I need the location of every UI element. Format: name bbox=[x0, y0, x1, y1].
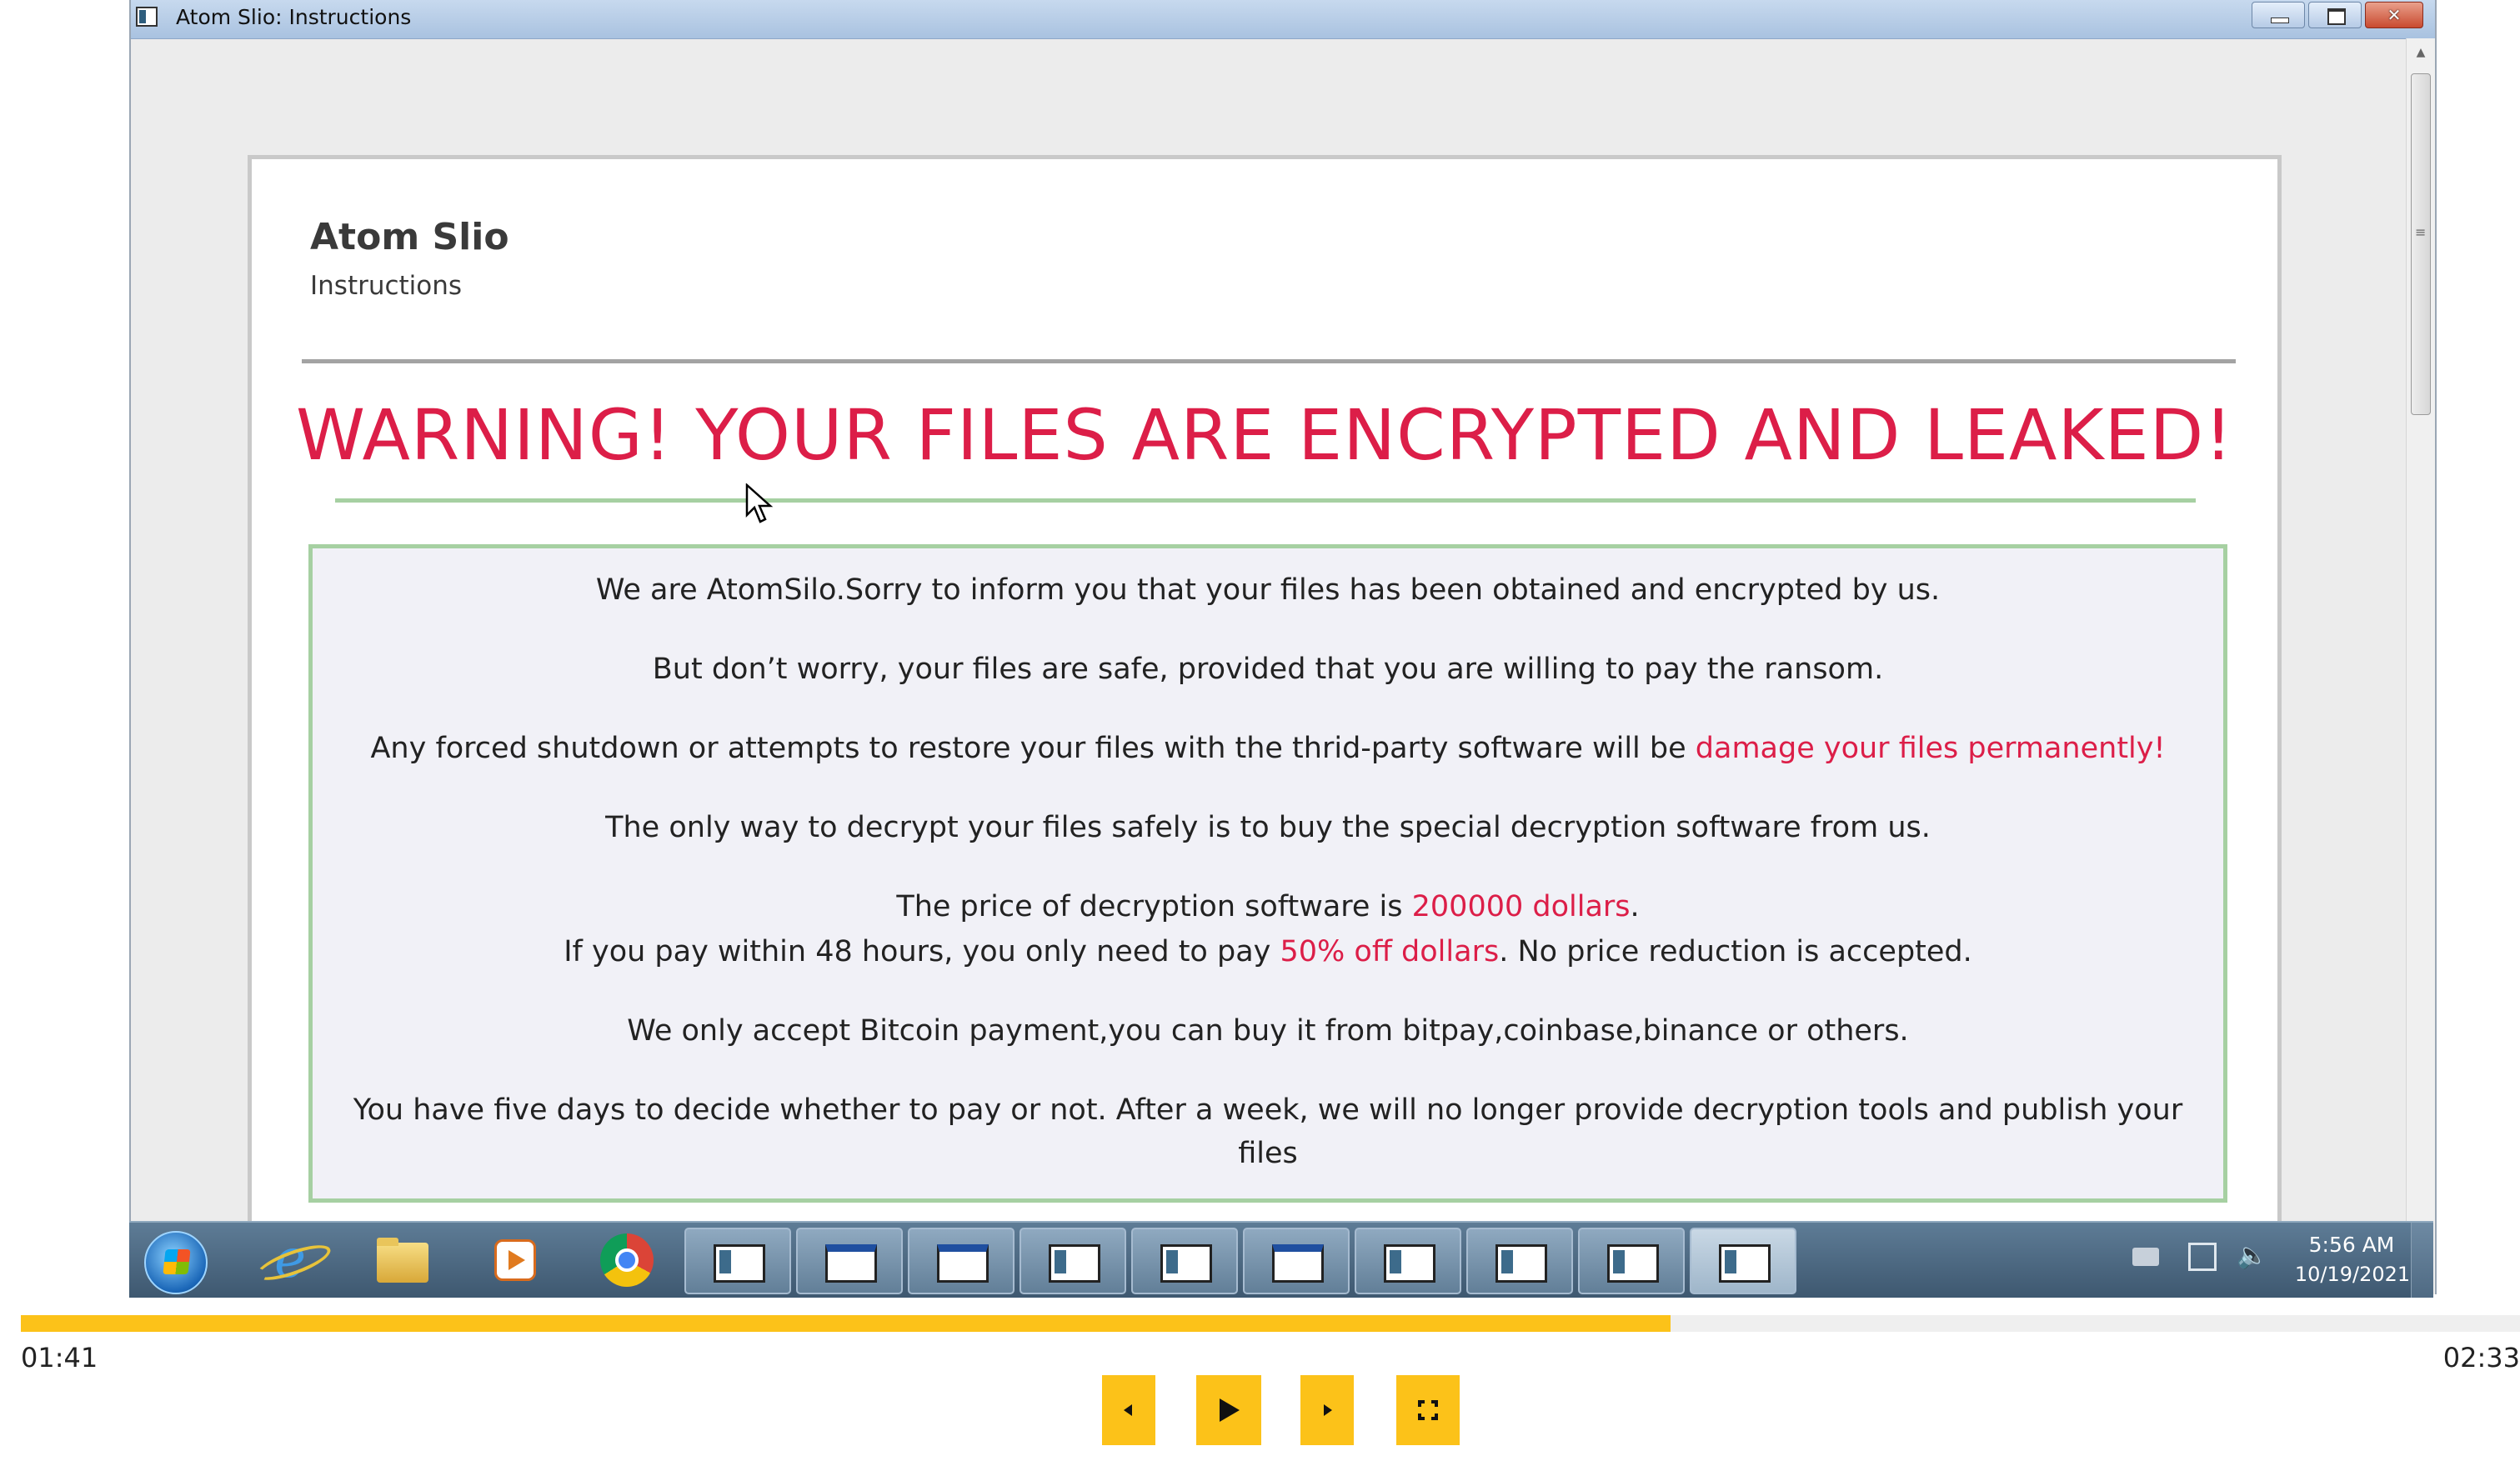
taskbar-window-button[interactable] bbox=[796, 1228, 903, 1294]
fullscreen-button[interactable] bbox=[1396, 1375, 1460, 1445]
window-icon bbox=[1272, 1244, 1324, 1283]
previous-button[interactable] bbox=[1102, 1375, 1155, 1445]
warning-divider bbox=[335, 498, 2196, 503]
restore-button[interactable] bbox=[2308, 2, 2362, 28]
window-icon bbox=[1719, 1244, 1771, 1283]
message-text: If you pay within 48 hours, you only nee… bbox=[564, 935, 1280, 968]
taskbar-window-button-active[interactable] bbox=[1690, 1228, 1796, 1294]
window-icon bbox=[1607, 1244, 1659, 1283]
message-text: Any forced shutdown or attempts to resto… bbox=[370, 732, 1696, 765]
message-text: . No price reduction is accepted. bbox=[1499, 935, 1972, 968]
window-icon bbox=[1495, 1244, 1547, 1283]
window-icon bbox=[825, 1244, 877, 1283]
video-progress-fill bbox=[21, 1315, 1671, 1332]
taskbar-window-button[interactable] bbox=[684, 1228, 791, 1294]
message-line: The price of decryption software is 2000… bbox=[329, 890, 2207, 923]
threat-text: damage your files permanently! bbox=[1695, 732, 2166, 765]
message-line: Any forced shutdown or attempts to resto… bbox=[329, 732, 2207, 765]
taskbar-window-button[interactable] bbox=[1578, 1228, 1685, 1294]
message-text: . bbox=[1630, 890, 1640, 923]
taskbar: e 🔈 5:56 AM 10/19/2021 bbox=[129, 1221, 2433, 1298]
total-time: 02:33 bbox=[2442, 1342, 2520, 1373]
keyboard-icon[interactable] bbox=[2132, 1248, 2159, 1266]
message-text: The price of decryption software is bbox=[896, 890, 1412, 923]
window-icon bbox=[937, 1244, 989, 1283]
discount-amount: 50% off dollars bbox=[1280, 935, 1500, 968]
message-line: We only accept Bitcoin payment,you can b… bbox=[627, 1014, 1909, 1048]
scroll-thumb[interactable] bbox=[2411, 73, 2431, 415]
message-line: files bbox=[1238, 1137, 1298, 1170]
mouse-cursor-icon bbox=[745, 483, 774, 528]
message-line: You have five days to decide whether to … bbox=[353, 1093, 2183, 1127]
chrome-icon[interactable] bbox=[582, 1229, 674, 1291]
clock-time[interactable]: 5:56 AM bbox=[2302, 1233, 2402, 1257]
taskbar-window-button[interactable] bbox=[1466, 1228, 1573, 1294]
file-explorer-icon[interactable] bbox=[357, 1229, 448, 1291]
message-line: We are AtomSilo.Sorry to inform you that… bbox=[595, 573, 1941, 607]
message-line: The only way to decrypt your files safel… bbox=[605, 811, 1931, 844]
volume-icon[interactable]: 🔈 bbox=[2237, 1241, 2267, 1270]
ransom-note-window: Atom Slio: Instructions ✕ Atom Slio Inst… bbox=[129, 0, 2437, 1294]
media-player-icon[interactable] bbox=[469, 1229, 561, 1291]
brand-name: Atom Slio bbox=[310, 216, 509, 258]
window-icon bbox=[714, 1244, 765, 1283]
app-window-icon bbox=[136, 7, 158, 27]
taskbar-window-button[interactable] bbox=[1131, 1228, 1238, 1294]
page-subtitle: Instructions bbox=[310, 271, 463, 301]
taskbar-window-button[interactable] bbox=[1355, 1228, 1461, 1294]
window-icon bbox=[1160, 1244, 1212, 1283]
warning-heading: WARNING! YOUR FILES ARE ENCRYPTED AND LE… bbox=[296, 394, 2233, 476]
show-desktop-button[interactable] bbox=[2411, 1223, 2433, 1298]
ransom-message-box: We are AtomSilo.Sorry to inform you that… bbox=[308, 544, 2227, 1203]
scroll-up-arrow-icon[interactable]: ▲ bbox=[2407, 42, 2435, 63]
document-page: Atom Slio Instructions WARNING! YOUR FIL… bbox=[248, 155, 2282, 1294]
window-title: Atom Slio: Instructions bbox=[176, 5, 412, 29]
window-icon bbox=[1049, 1244, 1100, 1283]
price-amount: 200000 dollars bbox=[1411, 890, 1631, 923]
taskbar-window-button[interactable] bbox=[1243, 1228, 1350, 1294]
window-icon bbox=[1384, 1244, 1435, 1283]
taskbar-window-button[interactable] bbox=[1020, 1228, 1126, 1294]
close-button[interactable]: ✕ bbox=[2365, 2, 2423, 28]
next-button[interactable] bbox=[1300, 1375, 1354, 1445]
clock-date[interactable]: 10/19/2021 bbox=[2290, 1263, 2415, 1286]
internet-explorer-icon[interactable]: e bbox=[244, 1229, 336, 1291]
network-icon[interactable] bbox=[2188, 1243, 2217, 1271]
current-time: 01:41 bbox=[21, 1342, 98, 1373]
start-orb-icon[interactable] bbox=[144, 1231, 208, 1294]
message-line: If you pay within 48 hours, you only nee… bbox=[329, 935, 2207, 968]
message-line: But don’t worry, your files are safe, pr… bbox=[652, 653, 1884, 686]
window-title-bar[interactable]: Atom Slio: Instructions ✕ bbox=[131, 0, 2435, 39]
minimize-button[interactable] bbox=[2252, 2, 2305, 28]
play-button[interactable] bbox=[1196, 1375, 1261, 1445]
header-divider bbox=[302, 359, 2236, 363]
vertical-scrollbar[interactable]: ▲ ▼ bbox=[2406, 38, 2435, 1294]
video-progress-bar[interactable] bbox=[21, 1315, 2520, 1332]
taskbar-window-button[interactable] bbox=[908, 1228, 1015, 1294]
